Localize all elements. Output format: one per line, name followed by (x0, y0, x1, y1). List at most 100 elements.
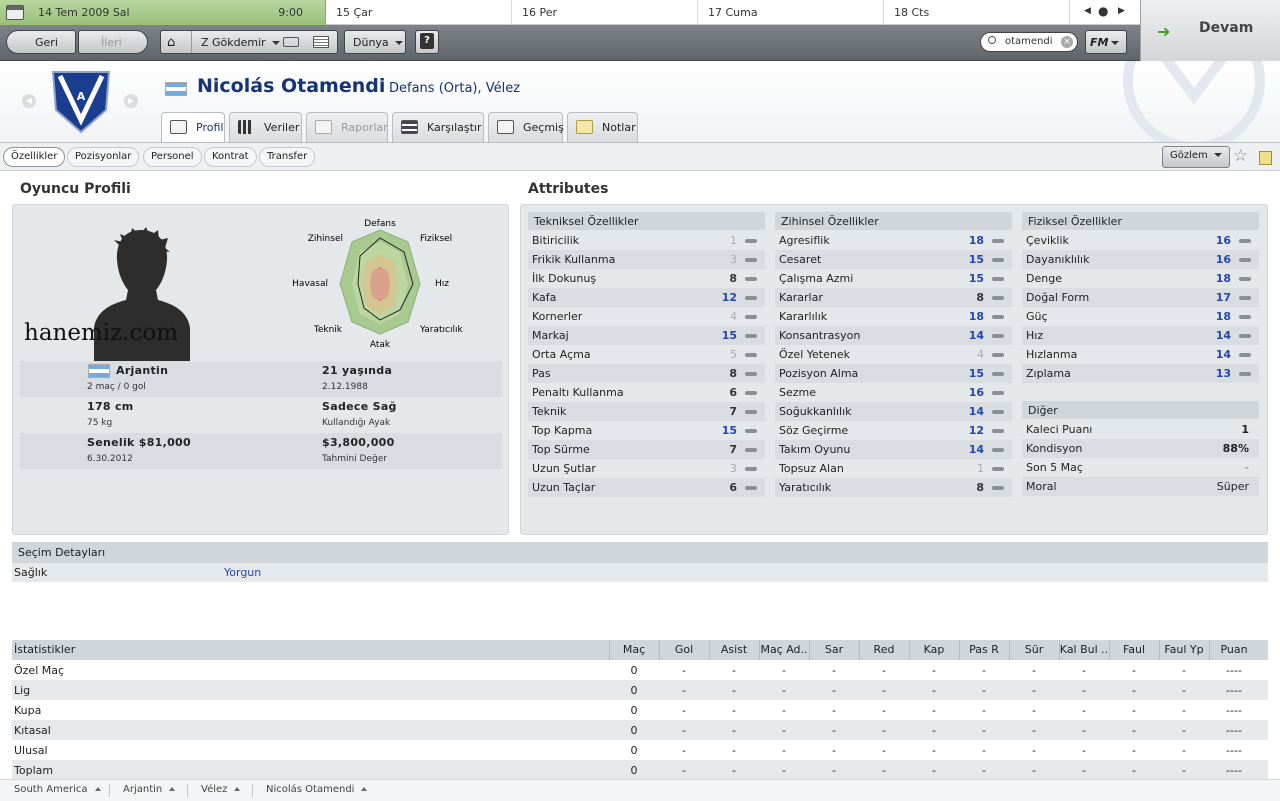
add-note-icon[interactable] (1259, 151, 1272, 165)
stats-row[interactable]: Kupa 0- - - - - - - - - - - ---- (12, 700, 1268, 720)
attribute-row[interactable]: Kararlar 8 (775, 288, 1012, 307)
stats-column-header[interactable]: Asist (709, 643, 759, 656)
attribute-row[interactable]: Doğal Form 17 (1022, 288, 1259, 307)
attribute-row[interactable]: Güç 18 (1022, 307, 1259, 326)
attribute-row[interactable]: Soğukkanlılık 14 (775, 402, 1012, 421)
stats-column-header[interactable]: Red (859, 643, 909, 656)
breadcrumb-club[interactable]: Vélez (201, 784, 241, 795)
continue-button[interactable]: ➜ Devam (1140, 0, 1280, 61)
breadcrumb-player[interactable]: Nicolás Otamendi (266, 784, 368, 795)
stats-column-header[interactable]: Puan (1209, 643, 1259, 656)
attribute-row[interactable]: Uzun Taçlar 6 (528, 478, 765, 497)
attribute-row[interactable]: Uzun Şutlar 3 (528, 459, 765, 478)
attribute-row[interactable]: Söz Geçirme 12 (775, 421, 1012, 440)
stats-row[interactable]: Kıtasal 0- - - - - - - - - - - ---- (12, 720, 1268, 740)
tab-data[interactable]: Veriler (229, 112, 302, 142)
club-crest-icon[interactable]: A (50, 70, 112, 134)
stats-row[interactable]: Özel Maç 0- - - - - - - - - - - ---- (12, 660, 1268, 680)
date-cell[interactable]: 17 Cuma (698, 0, 884, 25)
manager-menu[interactable]: Z Gökdemir (201, 36, 280, 49)
subtab-attributes[interactable]: Özellikler (3, 147, 66, 167)
attribute-row[interactable]: Top Sürme 7 (528, 440, 765, 459)
date-cell[interactable]: 15 Çar (326, 0, 512, 25)
clear-search-icon[interactable]: × (1061, 36, 1073, 48)
attribute-row[interactable]: Sezme 16 (775, 383, 1012, 402)
prev-player-icon[interactable]: ◀ (22, 94, 36, 108)
subtab-staff[interactable]: Personel (143, 147, 202, 167)
attribute-row[interactable]: Orta Açma 5 (528, 345, 765, 364)
next-player-icon[interactable]: ▶ (124, 94, 138, 108)
subtab-positions[interactable]: Pozisyonlar (67, 147, 140, 167)
attribute-row[interactable]: Özel Yetenek 4 (775, 345, 1012, 364)
stats-column-header[interactable]: Gol (659, 643, 709, 656)
date-cell[interactable]: 16 Per (512, 0, 698, 25)
forward-button[interactable]: İleri (78, 30, 148, 54)
date-cell[interactable]: 18 Cts (884, 0, 1070, 25)
attribute-row[interactable]: Hızlanma 14 (1022, 345, 1259, 364)
stats-row[interactable]: Ulusal 0- - - - - - - - - - - ---- (12, 740, 1268, 760)
attribute-row[interactable]: Pozisyon Alma 15 (775, 364, 1012, 383)
help-button[interactable]: ? (415, 30, 439, 54)
tab-history[interactable]: Geçmiş (488, 112, 564, 142)
scout-button[interactable]: Gözlem (1162, 146, 1230, 168)
stats-column-header[interactable]: Kap (909, 643, 959, 656)
attribute-row[interactable]: Yaratıcılık 8 (775, 478, 1012, 497)
tab-notes[interactable]: Notlar (567, 112, 638, 142)
next-arrow-icon[interactable]: ▶ (1118, 6, 1125, 16)
attribute-row[interactable]: Topsuz Alan 1 (775, 459, 1012, 478)
attribute-row[interactable]: Frikik Kullanma 3 (528, 250, 765, 269)
attribute-row[interactable]: Dayanıklılık 16 (1022, 250, 1259, 269)
attribute-row[interactable]: Cesaret 15 (775, 250, 1012, 269)
stats-column-header[interactable]: Faul Yp (1159, 643, 1209, 656)
star-icon[interactable]: ☆ (1233, 146, 1248, 166)
attribute-row[interactable]: İlk Dokunuş 8 (528, 269, 765, 288)
attribute-row[interactable]: Çeviklik 16 (1022, 231, 1259, 250)
subtab-contract[interactable]: Kontrat (204, 147, 257, 167)
search-input[interactable]: otamendi × (980, 32, 1078, 52)
calendar-icon[interactable] (6, 5, 24, 20)
attribute-row[interactable]: Bitiricilik 1 (528, 231, 765, 250)
attribute-row[interactable]: Teknik 7 (528, 402, 765, 421)
breadcrumb-nation[interactable]: Arjantin (123, 784, 176, 795)
home-icon[interactable]: ⌂ (167, 35, 175, 50)
stats-column-header[interactable]: Pas R (959, 643, 1009, 656)
attribute-row[interactable]: Konsantrasyon 14 (775, 326, 1012, 345)
stats-column-header[interactable]: Maç (609, 643, 659, 656)
stats-column-header[interactable]: Sür (1009, 643, 1059, 656)
breadcrumb-continent[interactable]: South America (14, 784, 101, 795)
wage-value[interactable]: Senelik $81,000 (87, 436, 191, 449)
news-icon[interactable] (313, 36, 329, 48)
world-menu-button[interactable]: Dünya (344, 30, 406, 54)
attribute-row[interactable]: Denge 18 (1022, 269, 1259, 288)
today-dot-icon[interactable]: ● (1098, 4, 1108, 18)
attribute-row[interactable]: Kararlılık 18 (775, 307, 1012, 326)
attribute-row[interactable]: Hız 14 (1022, 326, 1259, 345)
attribute-row[interactable]: Takım Oyunu 14 (775, 440, 1012, 459)
stats-row[interactable]: Lig 0- - - - - - - - - - - ---- (12, 680, 1268, 700)
attribute-row[interactable]: Markaj 15 (528, 326, 765, 345)
attribute-row[interactable]: Top Kapma 15 (528, 421, 765, 440)
prev-arrow-icon[interactable]: ◀ (1084, 6, 1091, 16)
stats-column-header[interactable]: Sar (809, 643, 859, 656)
attribute-row[interactable]: Kafa 12 (528, 288, 765, 307)
attribute-row[interactable]: Penaltı Kullanma 6 (528, 383, 765, 402)
inbox-icon[interactable] (283, 37, 299, 47)
tab-profile[interactable]: Profil (161, 112, 225, 143)
fm-menu-button[interactable]: FM (1085, 30, 1127, 54)
nation-value[interactable]: Arjantin (116, 364, 168, 377)
attribute-row[interactable]: Agresiflik 18 (775, 231, 1012, 250)
stats-column-header[interactable]: Maç Ad.. (759, 643, 809, 656)
attribute-row[interactable]: Çalışma Azmi 15 (775, 269, 1012, 288)
subtab-transfer[interactable]: Transfer (259, 147, 316, 167)
statistics-title[interactable]: İstatistikler (14, 643, 75, 656)
stats-column-header[interactable]: Faul (1109, 643, 1159, 656)
stats-column-header[interactable]: Kal Bul .. (1059, 643, 1109, 656)
attribute-row[interactable]: Zıplama 13 (1022, 364, 1259, 383)
current-date-cell[interactable]: 14 Tem 2009 Sal 9:00 (0, 0, 326, 25)
stats-row[interactable]: Toplam 0- - - - - - - - - - - ---- (12, 760, 1268, 780)
back-button[interactable]: Geri (6, 30, 76, 54)
tab-reports[interactable]: Raporlar (306, 112, 388, 142)
attribute-row[interactable]: Pas 8 (528, 364, 765, 383)
attribute-row[interactable]: Kornerler 4 (528, 307, 765, 326)
tab-compare[interactable]: Karşılaştır (392, 112, 484, 142)
